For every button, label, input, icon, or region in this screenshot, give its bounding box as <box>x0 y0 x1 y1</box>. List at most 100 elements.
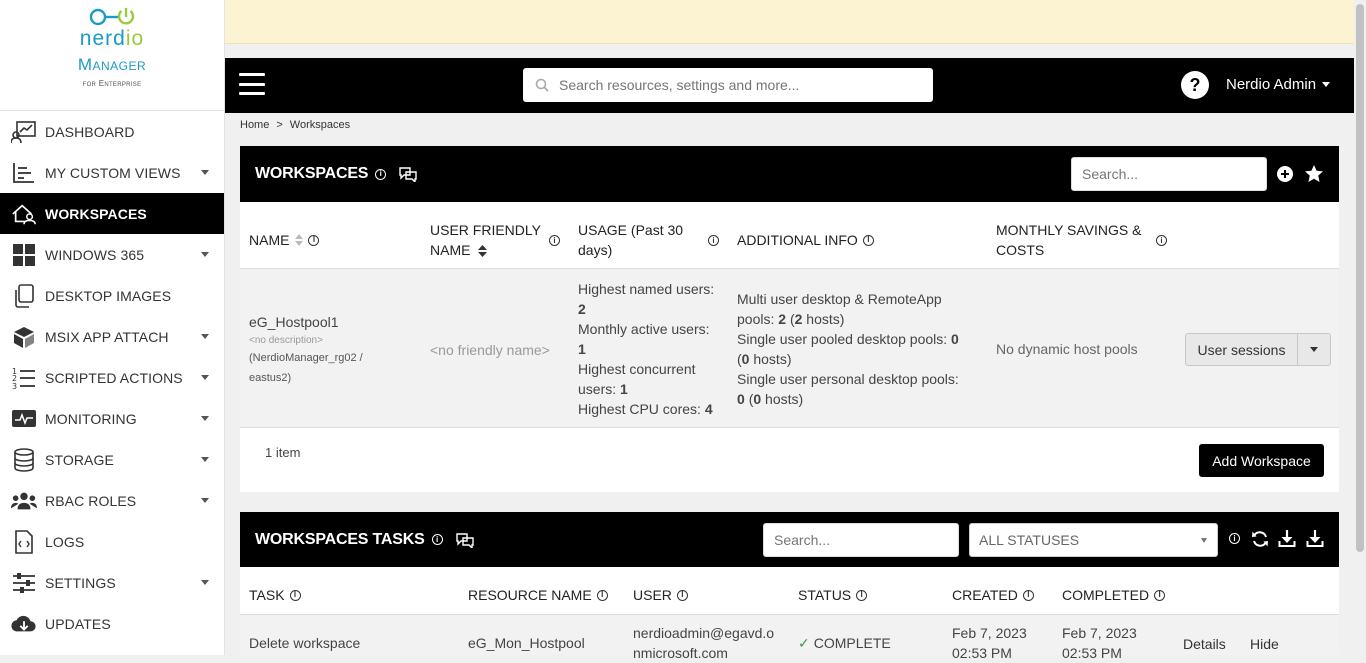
breadcrumb-home[interactable]: Home <box>240 119 269 131</box>
add-circle-icon[interactable] <box>1276 165 1294 183</box>
info-icon[interactable]: i <box>431 534 443 545</box>
info-icon[interactable]: i <box>549 235 560 246</box>
chevron-down-icon[interactable] <box>201 457 209 462</box>
chevron-down-icon[interactable] <box>201 498 209 503</box>
tasks-search-input[interactable] <box>763 523 959 557</box>
notification-banner <box>225 0 1354 44</box>
windows-icon <box>11 242 37 268</box>
logo-mark-icon <box>88 6 136 28</box>
col-created: CREATED i <box>952 585 1034 605</box>
storage-icon <box>11 447 37 473</box>
chevron-down-icon[interactable] <box>201 416 209 421</box>
workspaces-icon <box>11 201 37 227</box>
sidebar-item-my-custom-views[interactable]: MY CUSTOM VIEWS <box>0 152 224 193</box>
col-monthly-savings: MONTHLY SAVINGS & COSTS <box>996 222 1142 258</box>
desktop-images-icon <box>11 283 37 309</box>
table-row[interactable]: eG_Hostpool1 <no description> (NerdioMan… <box>240 269 1339 428</box>
sidebar-item-scripted-actions[interactable]: 1 2 3 SCRIPTED ACTIONS <box>0 357 224 398</box>
svg-text:3: 3 <box>12 382 17 390</box>
col-status: STATUS i <box>798 585 868 605</box>
info-icon[interactable]: i <box>289 589 301 601</box>
info-icon[interactable]: i <box>375 168 387 180</box>
msix-icon <box>11 324 37 350</box>
sidebar-item-dashboard[interactable]: DASHBOARD <box>0 111 224 152</box>
user-sessions-label[interactable]: User sessions <box>1186 334 1298 365</box>
info-icon[interactable]: i <box>1022 589 1034 601</box>
add-workspace-button[interactable]: Add Workspace <box>1199 444 1324 477</box>
sidebar-item-label: WINDOWS 365 <box>45 246 145 263</box>
info-icon[interactable]: i <box>676 589 688 601</box>
user-name: Nerdio Admin <box>1226 76 1317 93</box>
chevron-down-icon[interactable] <box>1298 347 1330 352</box>
sort-icon[interactable] <box>478 245 488 258</box>
workspace-additional-info: Multi user desktop & RemoteApp pools: 2 … <box>737 291 959 407</box>
task-created: Feb 7, 2023 02:53 PM <box>952 625 1027 661</box>
task-hide-link[interactable]: Hide <box>1250 634 1279 654</box>
tasks-table: TASK i RESOURCE NAME i USER i STATUS i CREAT… <box>240 567 1339 661</box>
workspace-name[interactable]: eG_Hostpool1 <box>249 312 339 332</box>
info-icon[interactable]: i <box>1154 589 1166 601</box>
chevron-down-icon <box>1322 82 1331 87</box>
refresh-icon[interactable] <box>1251 530 1269 548</box>
scrollbar-thumb[interactable] <box>1356 4 1364 552</box>
sidebar-item-label: MY CUSTOM VIEWS <box>45 164 181 181</box>
workspace-savings: No dynamic host pools <box>996 341 1138 357</box>
global-search-input[interactable] <box>559 77 919 93</box>
sidebar-item-msix-app-attach[interactable]: MSIX APP ATTACH <box>0 316 224 357</box>
chevron-down-icon[interactable] <box>201 580 209 585</box>
chevron-down-icon[interactable] <box>201 252 209 257</box>
table-row[interactable]: Delete workspace eG_Mon_Hostpool nerdioa… <box>240 615 1339 661</box>
info-icon[interactable]: i <box>308 234 320 246</box>
global-search[interactable] <box>523 68 933 102</box>
tasks-title: WORKSPACES TASKS <box>255 530 425 548</box>
menu-toggle-icon[interactable] <box>239 73 265 95</box>
breadcrumb-current: Workspaces <box>289 119 351 131</box>
col-name[interactable]: NAME i <box>249 230 320 250</box>
download-icon[interactable] <box>1278 529 1296 548</box>
status-filter-select[interactable]: ALL STATUSES <box>969 523 1218 557</box>
info-icon[interactable]: i <box>862 234 874 246</box>
workspaces-search-input[interactable] <box>1071 157 1267 191</box>
workspaces-footer: 1 item Add Workspace <box>240 428 1339 492</box>
sidebar-item-windows-365[interactable]: WINDOWS 365 <box>0 234 224 275</box>
chevron-down-icon[interactable] <box>201 375 209 380</box>
chat-icon[interactable] <box>455 532 475 548</box>
user-menu[interactable]: Nerdio Admin <box>1226 76 1331 93</box>
help-icon[interactable]: ? <box>1181 71 1209 99</box>
info-icon[interactable]: i <box>856 589 868 601</box>
task-name: Delete workspace <box>249 635 361 651</box>
sidebar-item-monitoring[interactable]: MONITORING <box>0 398 224 439</box>
star-icon[interactable] <box>1304 164 1324 183</box>
info-icon[interactable]: i <box>1229 533 1240 544</box>
info-icon[interactable]: i <box>1156 235 1167 246</box>
chevron-down-icon[interactable] <box>201 334 209 339</box>
col-usage: USAGE (Past 30 days) <box>578 222 684 258</box>
sort-icon[interactable] <box>295 234 304 246</box>
sidebar-item-workspaces[interactable]: WORKSPACES <box>0 193 224 234</box>
info-icon[interactable]: i <box>596 589 608 601</box>
chevron-down-icon[interactable] <box>201 170 209 175</box>
page-scrollbar[interactable] <box>1354 0 1366 655</box>
download-all-icon[interactable] <box>1306 529 1324 548</box>
table-header-row <box>240 567 1339 615</box>
user-sessions-button[interactable]: User sessions <box>1185 333 1331 366</box>
sidebar-item-updates[interactable]: UPDATES <box>0 603 224 644</box>
sidebar-item-storage[interactable]: STORAGE <box>0 439 224 480</box>
chat-icon[interactable] <box>398 166 418 182</box>
info-icon[interactable]: i <box>708 235 719 246</box>
workspace-friendly-name: <no friendly name> <box>430 342 550 358</box>
workspaces-title: WORKSPACES <box>255 165 369 182</box>
sidebar-item-label: DESKTOP IMAGES <box>45 287 172 304</box>
dashboard-icon <box>11 119 37 145</box>
breadcrumb-separator: > <box>276 119 283 131</box>
sidebar-item-desktop-images[interactable]: DESKTOP IMAGES <box>0 275 224 316</box>
chevron-down-icon <box>1201 538 1207 543</box>
sidebar-item-settings[interactable]: SETTINGS <box>0 562 224 603</box>
sidebar-item-label: RBAC ROLES <box>45 492 137 509</box>
task-details-link[interactable]: Details <box>1183 634 1226 654</box>
nerdio-logo[interactable]: nerdio Manager for Enterprise <box>0 0 224 111</box>
sidebar-item-logs[interactable]: LOGS <box>0 521 224 562</box>
sidebar-item-rbac-roles[interactable]: RBAC ROLES <box>0 480 224 521</box>
task-user: nerdioadmin@egavd.o nmicrosoft.com <box>633 625 775 661</box>
sidebar-item-label: SETTINGS <box>45 574 116 591</box>
